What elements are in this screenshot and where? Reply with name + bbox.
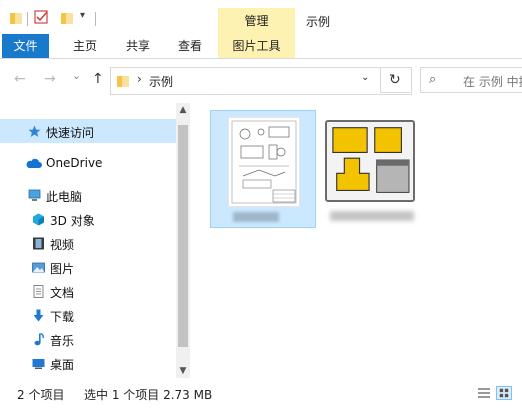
tab-share[interactable]: 共享 bbox=[114, 34, 162, 58]
folder-icon bbox=[10, 13, 22, 24]
item-count-text: 2 个项目 bbox=[17, 388, 65, 402]
music-note-icon bbox=[34, 333, 44, 346]
technical-drawing-thumbnail bbox=[228, 117, 300, 207]
picture-icon bbox=[32, 262, 45, 273]
navigation-bar: ← → ⌄ ↑ › 示例 ⌄ ↻ ⌕ 在 示例 中搜 bbox=[0, 59, 522, 103]
title-bar: ▾ 管理 示例 bbox=[0, 0, 522, 34]
breadcrumb-chevron[interactable]: › bbox=[137, 72, 142, 86]
status-bar: 2 个项目 选中 1 个项目 2.73 MB bbox=[0, 378, 522, 409]
sidebar-item-onedrive[interactable]: OneDrive bbox=[0, 151, 176, 175]
film-icon bbox=[33, 237, 44, 250]
quick-access-separator bbox=[27, 12, 28, 26]
sidebar-item-pictures[interactable]: 图片 bbox=[0, 255, 176, 279]
forward-button[interactable]: → bbox=[44, 71, 56, 87]
tab-home[interactable]: 主页 bbox=[60, 34, 110, 58]
back-button[interactable]: ← bbox=[14, 71, 26, 87]
pin-star-icon bbox=[28, 125, 41, 137]
file-name-redacted bbox=[233, 212, 279, 222]
context-tab-header-label: 管理 bbox=[244, 14, 269, 28]
sidebar-item-label: 下载 bbox=[50, 310, 75, 324]
sidebar-item-documents[interactable]: 文档 bbox=[0, 279, 176, 303]
document-icon bbox=[33, 285, 44, 298]
sidebar-item-videos[interactable]: 视频 bbox=[0, 231, 176, 255]
properties-check-icon[interactable] bbox=[34, 9, 50, 25]
file-item-selected[interactable] bbox=[210, 110, 316, 228]
scrollbar-thumb[interactable] bbox=[178, 125, 188, 347]
address-bar[interactable]: › 示例 ⌄ bbox=[110, 67, 412, 95]
navigation-pane-scrollbar[interactable]: ▲ ▼ bbox=[176, 103, 190, 378]
ribbon-tabs: 文件 主页 共享 查看 图片工具 bbox=[0, 34, 522, 59]
recent-locations-button[interactable]: ⌄ bbox=[72, 69, 81, 82]
search-box[interactable]: ⌕ 在 示例 中搜 bbox=[420, 67, 522, 93]
cube-3d-icon bbox=[33, 213, 44, 226]
sidebar-item-quick-access[interactable]: 快速访问 bbox=[0, 119, 176, 143]
sidebar-item-label: 图片 bbox=[50, 262, 75, 276]
sidebar-item-label: 快速访问 bbox=[46, 126, 95, 140]
quick-access-separator bbox=[95, 12, 96, 26]
sidebar-item-label: 桌面 bbox=[50, 358, 75, 372]
tab-file[interactable]: 文件 bbox=[2, 34, 49, 58]
tab-view[interactable]: 查看 bbox=[166, 34, 214, 58]
file-list-area bbox=[190, 103, 522, 378]
sidebar-item-music[interactable]: 音乐 bbox=[0, 327, 176, 351]
file-name-redacted bbox=[330, 211, 414, 221]
context-tab-header: 管理 bbox=[218, 8, 295, 34]
computer-icon bbox=[28, 189, 41, 201]
sidebar-item-this-pc[interactable]: 此电脑 bbox=[0, 183, 176, 207]
desktop-icon bbox=[32, 359, 45, 369]
sidebar-item-downloads[interactable]: 下载 bbox=[0, 303, 176, 327]
sidebar-item-3d-objects[interactable]: 3D 对象 bbox=[0, 207, 176, 231]
breadcrumb-path[interactable]: 示例 bbox=[149, 73, 173, 90]
sidebar-item-label: 文档 bbox=[50, 286, 75, 300]
navigation-pane: 快速访问 OneDrive 此电脑 3D 对象 视频 图片 文档 下载 音乐 桌… bbox=[0, 103, 190, 378]
sidebar-item-label: 视频 bbox=[50, 238, 75, 252]
download-arrow-icon bbox=[33, 309, 44, 322]
cloud-icon bbox=[26, 158, 42, 168]
layout-blocks-thumbnail[interactable] bbox=[325, 120, 415, 202]
scroll-up-arrow-icon[interactable]: ▲ bbox=[176, 103, 190, 117]
customize-quick-access-dropdown[interactable]: ▾ bbox=[80, 10, 85, 21]
window-title: 示例 bbox=[306, 15, 331, 29]
sidebar-item-label: 此电脑 bbox=[46, 190, 83, 204]
details-view-icon[interactable] bbox=[476, 386, 492, 400]
refresh-button[interactable]: ↻ bbox=[380, 67, 410, 93]
folder-icon bbox=[117, 76, 129, 87]
large-icons-view-icon[interactable] bbox=[496, 386, 512, 400]
tab-picture-tools[interactable]: 图片工具 bbox=[218, 34, 295, 58]
sidebar-item-label: 3D 对象 bbox=[50, 214, 95, 228]
address-dropdown-button[interactable]: ⌄ bbox=[361, 72, 369, 83]
search-placeholder: 在 示例 中搜 bbox=[463, 75, 522, 89]
sidebar-item-label: OneDrive bbox=[46, 156, 103, 170]
scroll-down-arrow-icon[interactable]: ▼ bbox=[176, 364, 190, 378]
search-icon: ⌕ bbox=[429, 72, 437, 87]
sidebar-item-desktop[interactable]: 桌面 bbox=[0, 351, 176, 375]
up-button[interactable]: ↑ bbox=[92, 71, 104, 87]
refresh-icon: ↻ bbox=[389, 72, 401, 88]
sidebar-item-label: 音乐 bbox=[50, 334, 75, 348]
new-folder-icon[interactable] bbox=[61, 12, 73, 24]
selection-info-text: 选中 1 个项目 2.73 MB bbox=[84, 388, 213, 402]
